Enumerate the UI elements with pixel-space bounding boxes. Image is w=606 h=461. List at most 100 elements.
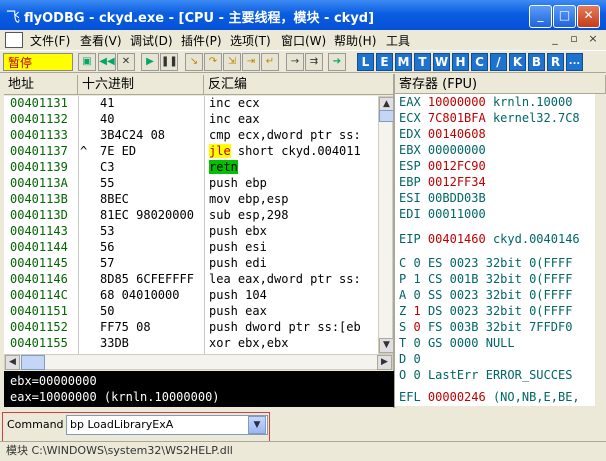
disasm-row[interactable]: 00401145 57 push edi [4, 256, 378, 272]
cpu-window-button[interactable]: C [471, 53, 488, 71]
close-debug-icon[interactable]: ✕ [117, 53, 135, 71]
step-into-icon[interactable]: ↘ [185, 53, 203, 71]
disasm-vertical-scrollbar[interactable]: ▲ ▼ [378, 96, 394, 354]
modules-window-button[interactable]: E [376, 53, 393, 71]
mdi-minimize-button[interactable]: _ [546, 32, 564, 47]
register-esi[interactable]: ESI 00BDD03B [399, 191, 486, 205]
address: 00401144 [10, 240, 68, 254]
register-ecx[interactable]: ECX 7C801BFA kernel32.7C8 [399, 111, 580, 125]
column-header-address[interactable]: 地址 [4, 75, 78, 95]
disasm-row[interactable]: 00401133 3B4C24 08 cmp ecx,dword ptr ss: [4, 128, 378, 144]
flag-a[interactable]: A 0 SS 0023 32bit 0(FFFF [399, 288, 572, 302]
flag-s[interactable]: S 0 FS 003B 32bit 7FFDF0 [399, 320, 572, 334]
disasm-row[interactable]: 0040114C 68 04010000 push 104 [4, 288, 378, 304]
run-trace-window-button[interactable]: ... [566, 53, 583, 71]
instruction: push edi [209, 256, 267, 270]
disasm-row[interactable]: 00401143 53 push ebx [4, 224, 378, 240]
run-icon[interactable]: ▶ [141, 53, 159, 71]
register-eax[interactable]: EAX 10000000 krnln.10000 [399, 95, 572, 109]
handles-window-button[interactable]: H [452, 53, 469, 71]
menu-bar: 文件(F) 查看(V) 调试(D) 插件(P) 选项(T) 窗口(W) 帮助(H… [0, 30, 606, 49]
register-ebp[interactable]: EBP 0012FF34 [399, 175, 486, 189]
jump-marker: ^ [80, 144, 88, 158]
mdi-icon[interactable] [5, 32, 23, 48]
mdi-close-button[interactable]: × [584, 32, 602, 47]
references-window-button[interactable]: R [547, 53, 564, 71]
register-edx[interactable]: EDX 00140608 [399, 127, 486, 141]
registers-header[interactable]: 寄存器 (FPU) [395, 75, 606, 94]
hex-bytes: 81EC 98020000 [100, 208, 194, 222]
info-pane[interactable]: ebx=00000000 eax=10000000 (krnln.1000000… [4, 371, 394, 407]
trace-into-icon[interactable]: ⇲ [223, 53, 241, 71]
menu-file[interactable]: 文件(F) [30, 32, 70, 49]
windows-window-button[interactable]: W [433, 53, 450, 71]
disasm-row[interactable]: 0040113D 81EC 98020000 sub esp,298 [4, 208, 378, 224]
run-to-selection-icon[interactable]: ⇉ [305, 53, 323, 71]
disasm-row[interactable]: 0040113A 55 push ebp [4, 176, 378, 192]
close-button[interactable]: ✕ [577, 5, 600, 28]
menu-options[interactable]: 选项(T) [230, 32, 271, 49]
execute-till-return-icon[interactable]: ↵ [261, 53, 279, 71]
flag-t[interactable]: T 0 GS 0000 NULL [399, 336, 515, 350]
register-esp[interactable]: ESP 0012FC90 [399, 159, 486, 173]
title-bar[interactable]: 飞 flyODBG - ckyd.exe - [CPU - 主要线程，模块 - … [0, 0, 606, 30]
disasm-row[interactable]: 00401131 41 inc ecx [4, 96, 378, 112]
register-eip[interactable]: EIP 00401460 ckyd.0040146 [399, 232, 580, 246]
register-edi[interactable]: EDI 00011000 [399, 207, 486, 221]
menu-window[interactable]: 窗口(W) [281, 32, 326, 49]
flag-d[interactable]: D 0 [399, 352, 421, 366]
scroll-down-icon[interactable]: ▼ [379, 338, 394, 353]
disasm-row[interactable]: 0040113B 8BEC mov ebp,esp [4, 192, 378, 208]
disasm-row[interactable]: 00401144 56 push esi [4, 240, 378, 256]
disasm-row[interactable]: 00401151 50 push eax [4, 304, 378, 320]
flag-z[interactable]: Z 1 DS 0023 32bit 0(FFFF [399, 304, 572, 318]
menu-plugins[interactable]: 插件(P) [181, 32, 222, 49]
disassembly-pane[interactable]: 00401131 41 inc ecx 00401132 40 inc eax 0040… [4, 96, 378, 354]
menu-help[interactable]: 帮助(H) [334, 32, 376, 49]
pause-icon[interactable]: ❚❚ [160, 53, 178, 71]
scroll-thumb[interactable] [21, 355, 45, 370]
disasm-row[interactable]: 00401139 C3 retn [4, 160, 378, 176]
scroll-left-icon[interactable]: ◀ [5, 355, 20, 370]
registers-pane[interactable]: EAX 10000000 krnln.10000 ECX 7C801BFA ke… [395, 94, 595, 406]
menu-tools[interactable]: 工具 [386, 32, 410, 49]
call-stack-window-button[interactable]: K [509, 53, 526, 71]
disasm-row[interactable]: 00401155 33DB xor ebx,ebx [4, 336, 378, 352]
minimize-button[interactable]: _ [529, 5, 552, 28]
chevron-down-icon[interactable]: ▼ [248, 416, 266, 434]
flag-p[interactable]: P 1 CS 001B 32bit 0(FFFF [399, 272, 572, 286]
instruction: push esi [209, 240, 267, 254]
hex-bytes: 56 [100, 240, 115, 254]
register-ebx[interactable]: EBX 00000000 [399, 143, 486, 157]
menu-debug[interactable]: 调试(D) [130, 32, 173, 49]
scroll-right-icon[interactable]: ▶ [377, 355, 392, 370]
return-mnemonic: retn [209, 160, 238, 174]
flag-c[interactable]: C 0 ES 0023 32bit 0(FFFF [399, 256, 572, 270]
register-efl[interactable]: EFL 00000246 (NO,NB,E,BE, [399, 390, 580, 404]
goto-icon[interactable]: → [286, 53, 304, 71]
patches-window-button[interactable]: / [490, 53, 507, 71]
column-header-disassembly[interactable]: 反汇编 [204, 75, 394, 95]
hex-bytes: C3 [100, 160, 115, 174]
memory-window-button[interactable]: M [395, 53, 412, 71]
disasm-horizontal-scrollbar[interactable]: ◀ ▶ [4, 354, 393, 370]
disasm-row[interactable]: 00401146 8D85 6CFEFFFF lea eax,dword ptr s… [4, 272, 378, 288]
mdi-restore-button[interactable]: ▫ [565, 32, 583, 47]
maximize-button[interactable]: □ [553, 5, 576, 28]
flag-o[interactable]: O 0 LastErr ERROR_SUCCES [399, 368, 572, 382]
disasm-row[interactable]: 00401137 ^ 7E ED jle short ckyd.004011 [4, 144, 378, 160]
trace-over-icon[interactable]: ⇥ [242, 53, 260, 71]
scroll-thumb[interactable] [379, 110, 394, 122]
menu-view[interactable]: 查看(V) [80, 32, 122, 49]
log-window-button[interactable]: L [357, 53, 374, 71]
breakpoints-window-button[interactable]: B [528, 53, 545, 71]
step-over-icon[interactable]: ↷ [204, 53, 222, 71]
open-folder-icon[interactable]: ▣ [78, 53, 96, 71]
threads-window-button[interactable]: T [414, 53, 431, 71]
animate-icon[interactable]: ➔ [328, 53, 346, 71]
disasm-row[interactable]: 00401152 FF75 08 push dword ptr ss:[eb [4, 320, 378, 336]
restart-icon[interactable]: ◀◀ [98, 53, 116, 71]
disasm-row[interactable]: 00401132 40 inc eax [4, 112, 378, 128]
command-input[interactable]: bp LoadLibraryExA [66, 415, 268, 435]
column-header-hex[interactable]: 十六进制 [78, 75, 204, 95]
